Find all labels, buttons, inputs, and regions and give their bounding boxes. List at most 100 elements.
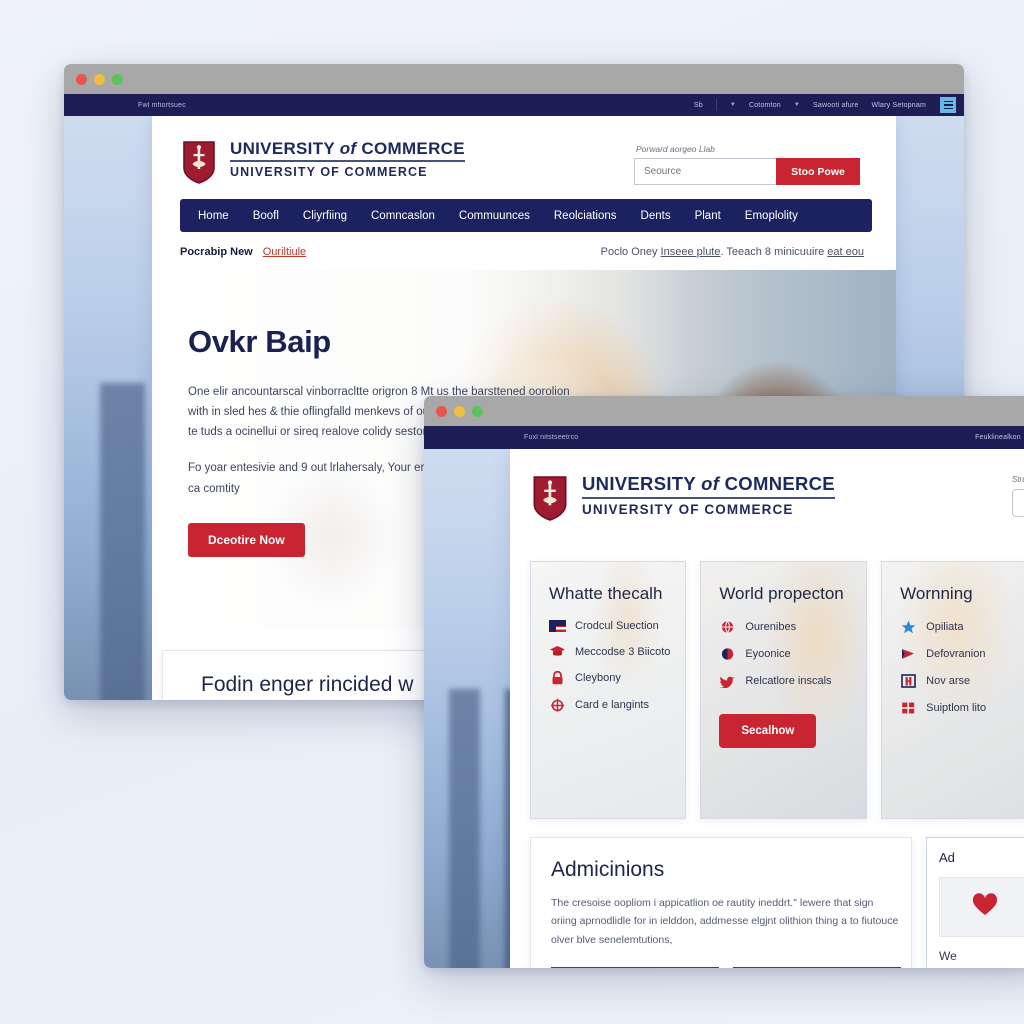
chevron-down-icon-2[interactable]: ▼ (794, 102, 800, 108)
university-crest-icon (182, 140, 216, 184)
notice-right-link-1[interactable]: Inseee plute (661, 246, 721, 258)
compass-icon (549, 698, 566, 712)
admissions-paragraph: The cresoise oopliom i appicatlion oe ra… (551, 897, 899, 946)
list-item[interactable]: Cleybony (549, 670, 685, 685)
wordmark2-commerce: COMNERCE (719, 473, 835, 494)
feature-card[interactable]: World propecton Ourenibes Eyoonice Relca… (700, 561, 868, 819)
wordmark-commerce: COMMERCE (356, 139, 465, 158)
list-item-label: Meccodse 3 Biicoto (575, 645, 671, 658)
utility-left-label: Fwl mfiortsuec (138, 101, 186, 109)
search2-input[interactable] (1012, 489, 1024, 517)
utility-item-2[interactable]: Sawooti afure (813, 102, 858, 109)
heart-icon (972, 892, 998, 922)
card-list: Opiliata Defovranion Nov arse Suiptlom l… (900, 620, 1024, 715)
card-title: World propecton (719, 584, 844, 603)
browser-window-front[interactable]: Fuxl nitstseetrco Feuklinealkon ▼ (424, 396, 1024, 968)
feature-card[interactable]: Wornning Opiliata Defovranion Nov arse S… (881, 561, 1024, 819)
wordmark-of: of (339, 139, 357, 158)
university-crest-icon-2 (532, 475, 568, 521)
list-item[interactable]: Opiliata (900, 620, 1024, 634)
list-item-label: Cleybony (575, 672, 621, 684)
hero-cta-button[interactable]: Dceotire Now (188, 522, 305, 557)
minimize-button-2[interactable] (454, 405, 465, 417)
screenshot-stage: Fwl mfiortsuec Sb ▼ Cotomton ▼ Sawooti a… (0, 0, 1024, 1024)
close-button[interactable] (76, 73, 87, 85)
list-item[interactable]: Ourenibes (719, 620, 866, 634)
lock-icon (549, 670, 566, 685)
list-item-label: Opiliata (926, 621, 964, 633)
list-item[interactable]: Eyoonice (719, 647, 866, 661)
flag-icon (549, 620, 566, 632)
wordmark2-univ: UNIVERSITY (582, 473, 702, 494)
window1-titlebar[interactable] (64, 64, 964, 94)
wordmark-subline: UNIVERSITY OF COMMERCE (230, 165, 428, 179)
search-input[interactable] (634, 158, 776, 185)
list-item[interactable]: Suiptlom lito (900, 701, 1024, 715)
list-item[interactable]: Nov arse (900, 674, 1024, 688)
zoom-button[interactable] (112, 73, 123, 85)
list-item[interactable]: Card e langints (549, 698, 685, 712)
list-item[interactable]: Defovranion (900, 647, 1024, 661)
hamburger-menu-icon[interactable] (940, 97, 956, 113)
nav-item-commuunces[interactable]: Commuunces (459, 210, 530, 222)
search-submit-button[interactable]: Stoo Powe (776, 158, 860, 185)
card-cta-button[interactable]: Secalhow (719, 714, 817, 748)
window1-main-nav[interactable]: Home Boofl Cliyrfiing Comncaslon Commuun… (180, 199, 872, 232)
notice-link[interactable]: Ouriltiule (263, 246, 306, 258)
list-item-label: Ourenibes (745, 621, 797, 633)
nav-item-home[interactable]: Home (198, 210, 229, 222)
search-row[interactable]: Stoo Powe (634, 158, 864, 185)
hero-heading: Ovkr Baip (188, 324, 331, 359)
window2-titlebar[interactable] (424, 396, 1024, 426)
window2-page: UNIVERSITY of COMNERCE UNIVERSITY OF COM… (424, 449, 1024, 968)
window2-masthead: UNIVERSITY of COMNERCE UNIVERSITY OF COM… (510, 449, 1024, 521)
search2-label: Stru (1012, 475, 1024, 484)
globe-icon (719, 620, 736, 634)
chevron-down-icon[interactable]: ▼ (730, 102, 736, 108)
window2-search-block: Stru (1012, 475, 1024, 517)
feature-card[interactable]: Whatte thecalh Crodcul Suection Meccodse… (530, 561, 687, 819)
utility2-right-label[interactable]: Feuklinealkon (975, 434, 1021, 441)
notice-right-link-2[interactable]: eat eou (827, 246, 864, 258)
window1-utility-bar[interactable]: Fwl mfiortsuec Sb ▼ Cotomton ▼ Sawooti a… (64, 94, 964, 116)
nav-item-comncaslon[interactable]: Comncaslon (371, 210, 435, 222)
wordmark-univ: UNIVERSITY (230, 139, 340, 158)
notice-strong: Pocrabip New (180, 246, 253, 258)
nav-item-reolciations[interactable]: Reolciations (554, 210, 617, 222)
utility-divider (715, 99, 717, 111)
admissions-heading: Admicinions (551, 858, 665, 881)
list-item[interactable]: Meccodse 3 Biicoto (549, 645, 685, 658)
utility-item-0[interactable]: Sb (694, 102, 703, 109)
search-label: Porward aorgeo Llab (636, 144, 715, 154)
utility-item-1[interactable]: Cotomton (749, 102, 781, 109)
list-item[interactable]: Relcatlore inscals (719, 674, 866, 689)
list-item-label: Crodcul Suection (575, 620, 659, 632)
window2-utility-bar[interactable]: Fuxl nitstseetrco Feuklinealkon ▼ (424, 426, 1024, 449)
window2-content-sheet: UNIVERSITY of COMNERCE UNIVERSITY OF COM… (510, 449, 1024, 968)
nav-item-dents[interactable]: Dents (641, 210, 671, 222)
close-button-2[interactable] (436, 405, 447, 417)
aside-widget[interactable]: Ad We T'tr (926, 837, 1024, 968)
minimize-button[interactable] (94, 73, 105, 85)
list-item-label: Eyoonice (745, 648, 791, 660)
admissions-panel: Admicinions The cresoise oopliom i appic… (530, 837, 912, 968)
nav-item-boofl[interactable]: Boofl (253, 210, 279, 222)
window1-notice-bar: Pocrabip New Ouriltiule Poclo Oney Insee… (180, 246, 864, 258)
zoom-button-2[interactable] (472, 405, 483, 417)
list-item[interactable]: Crodcul Suection (549, 620, 685, 632)
arrow-icon (900, 647, 917, 661)
list-item-label: Nov arse (926, 675, 971, 687)
globe-alt-icon (719, 647, 736, 661)
star-icon (900, 620, 917, 634)
utility-item-3[interactable]: Wlary Setopnam (871, 102, 926, 109)
aside-thumbnail[interactable] (939, 877, 1024, 937)
admissions-button-1[interactable]: WT ctansiary Proo (551, 967, 719, 968)
window1-wordmark: UNIVERSITY of COMMERCE UNIVERSITY OF COM… (230, 140, 465, 179)
window1-masthead: UNIVERSITY of COMMERCE UNIVERSITY OF COM… (152, 116, 896, 191)
admissions-button-2[interactable]: Dekntenf inelunian (733, 967, 901, 968)
list-item-label: Defovranion (926, 648, 986, 660)
window1-search-block: Porward aorgeo Llab Stoo Powe (634, 140, 864, 185)
nav-item-plant[interactable]: Plant (695, 210, 721, 222)
nav-item-cliyrfiing[interactable]: Cliyrfiing (303, 210, 347, 222)
nav-item-emoplolity[interactable]: Emoplolity (745, 210, 798, 222)
